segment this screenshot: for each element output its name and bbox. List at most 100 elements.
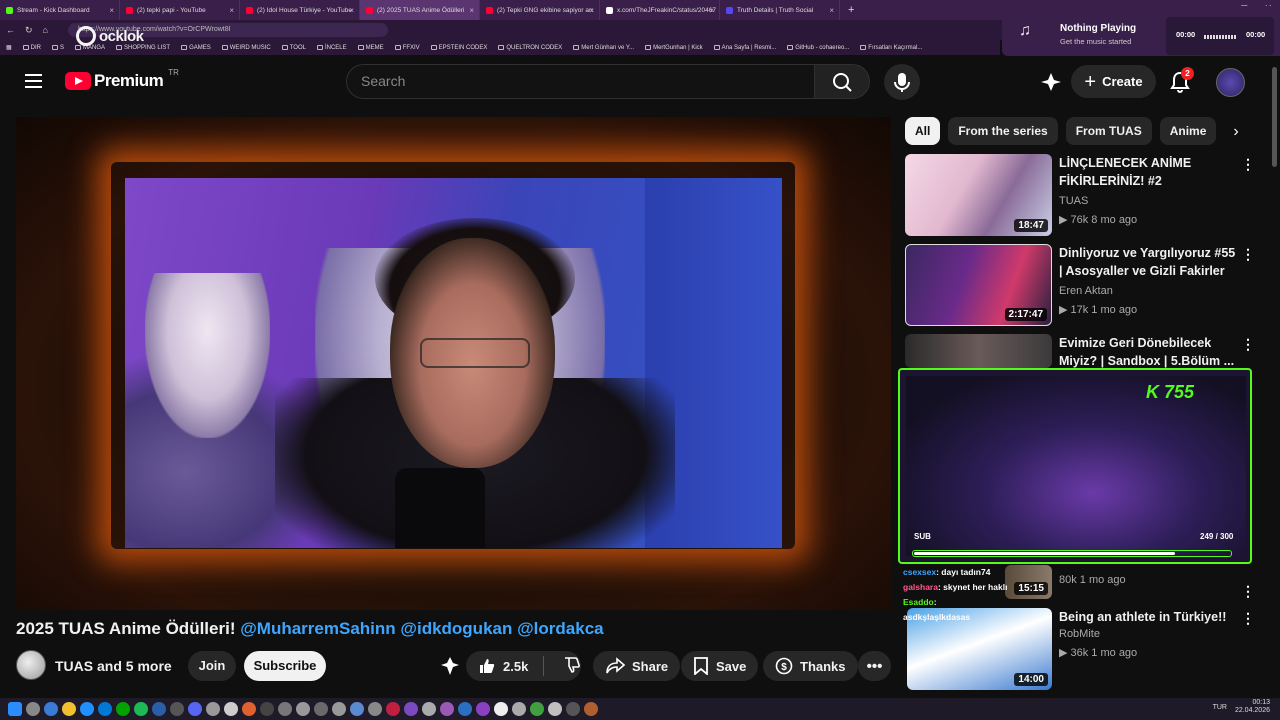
more-vert-icon[interactable]: ⋮ xyxy=(1241,246,1255,263)
taskbar-app-icon[interactable] xyxy=(440,702,454,716)
bookmark-item[interactable]: Mert Günhan ve Y... xyxy=(573,45,634,51)
taskbar-app-icon[interactable] xyxy=(530,702,544,716)
bookmark-item[interactable]: EPSTEIN CODEX xyxy=(430,45,487,51)
search-button[interactable] xyxy=(814,64,870,99)
recommendation-item[interactable]: 18:47 LİNÇLENECEK ANİME FİKİRLERİNİZ! #2… xyxy=(905,154,1265,236)
bookmark-item[interactable]: Fırsatları Kaçırmal... xyxy=(860,45,922,51)
taskbar-app-icon[interactable] xyxy=(404,702,418,716)
browser-tab[interactable]: (2) tepki papi - YouTube × xyxy=(120,0,240,20)
channel-name[interactable]: TUAS and 5 more xyxy=(55,658,172,674)
taskbar-app-icon[interactable] xyxy=(476,702,490,716)
mention-link[interactable]: @MuharremSahinn xyxy=(240,619,395,638)
bookmark-item[interactable]: MEME xyxy=(357,45,384,51)
taskbar-app-icon[interactable] xyxy=(206,702,220,716)
bookmark-item[interactable]: DIR xyxy=(22,45,41,51)
like-button[interactable]: 2.5k xyxy=(466,657,536,675)
bookmark-item[interactable]: FFXIV xyxy=(394,45,420,51)
browser-tab[interactable]: Truth Details | Truth Social × xyxy=(720,0,840,20)
close-icon[interactable]: × xyxy=(589,6,594,15)
bookmark-item[interactable]: MertGunhan | Kick xyxy=(645,45,703,51)
gemini-sparkle-icon[interactable] xyxy=(1040,72,1062,92)
windows-start-icon[interactable] xyxy=(8,702,22,716)
taskbar-app-icon[interactable] xyxy=(368,702,382,716)
close-icon[interactable]: × xyxy=(229,6,234,15)
chevron-right-icon[interactable]: › xyxy=(1225,121,1247,143)
more-vert-icon[interactable]: ⋮ xyxy=(1241,583,1255,600)
ask-sparkle-icon[interactable] xyxy=(440,656,460,676)
home-icon[interactable]: ⌂ xyxy=(43,25,48,36)
more-vert-icon[interactable]: ⋮ xyxy=(1241,156,1255,173)
bookmark-item[interactable]: WEIRD MUSIC xyxy=(221,45,271,51)
thanks-button[interactable]: $ Thanks xyxy=(763,651,858,681)
taskbar-app-icon[interactable] xyxy=(314,702,328,716)
page-scrollbar[interactable] xyxy=(1270,57,1280,697)
chip-from-the-series[interactable]: From the series xyxy=(948,117,1058,145)
browser-tab[interactable]: (2) Tepki GNG ekibine sapiyor arı × xyxy=(480,0,600,20)
taskbar-app-icon[interactable] xyxy=(188,702,202,716)
taskbar-app-icon[interactable] xyxy=(224,702,238,716)
reload-icon[interactable]: ↻ xyxy=(25,25,33,36)
taskbar-app-icon[interactable] xyxy=(80,702,94,716)
mention-link[interactable]: @lordakca xyxy=(517,619,604,638)
video-title[interactable]: Evimize Geri Dönebilecek Miyiz? | Sandbo… xyxy=(1059,334,1239,370)
recommendation-item[interactable]: Evimize Geri Dönebilecek Miyiz? | Sandbo… xyxy=(905,334,1265,368)
taskbar-app-icon[interactable] xyxy=(44,702,58,716)
browser-tab-active[interactable]: (2) 2025 TUAS Anime Ödülleri × xyxy=(360,0,480,20)
video-thumbnail[interactable]: 18:47 xyxy=(905,154,1052,236)
taskbar-app-icon[interactable] xyxy=(116,702,130,716)
close-icon[interactable]: × xyxy=(349,6,354,15)
bookmark-item[interactable]: GAMES xyxy=(181,45,211,51)
taskbar-app-icon[interactable] xyxy=(494,702,508,716)
taskbar-app-icon[interactable] xyxy=(584,702,598,716)
browser-tab[interactable]: (2) Idol House Türkiye - YouTube × xyxy=(240,0,360,20)
taskbar-app-icon[interactable] xyxy=(242,702,256,716)
bookmark-item[interactable]: İNCELE xyxy=(316,45,347,51)
close-icon[interactable]: × xyxy=(109,6,114,15)
browser-tab[interactable]: Stream - Kick Dashboard × xyxy=(0,0,120,20)
taskbar-app-icon[interactable] xyxy=(566,702,580,716)
taskbar-app-icon[interactable] xyxy=(26,702,40,716)
taskbar-app-icon[interactable] xyxy=(458,702,472,716)
voice-search-button[interactable] xyxy=(884,64,920,100)
channel-name[interactable]: RobMite xyxy=(1059,628,1100,640)
close-icon[interactable]: × xyxy=(829,6,834,15)
bookmark-item[interactable]: Ana Sayfa | Resmi... xyxy=(713,45,776,51)
taskbar-app-icon[interactable] xyxy=(386,702,400,716)
taskbar-app-icon[interactable] xyxy=(260,702,274,716)
taskbar-app-icon[interactable] xyxy=(62,702,76,716)
bookmark-item[interactable]: S xyxy=(52,45,64,51)
back-icon[interactable]: ← xyxy=(6,25,15,36)
taskbar-app-icon[interactable] xyxy=(152,702,166,716)
taskbar-app-icon[interactable] xyxy=(296,702,310,716)
share-button[interactable]: Share xyxy=(593,651,681,681)
apps-icon[interactable]: ▦ xyxy=(6,44,12,51)
bookmark-item[interactable]: QUELTRON CODEX xyxy=(498,45,562,51)
video-player[interactable] xyxy=(16,117,891,610)
join-button[interactable]: Join xyxy=(188,651,236,681)
more-vert-icon[interactable]: ⋮ xyxy=(1241,336,1255,353)
taskbar-app-icon[interactable] xyxy=(98,702,112,716)
clock[interactable]: 00:13 22.04.2026 xyxy=(1235,699,1270,715)
taskbar-app-icon[interactable] xyxy=(278,702,292,716)
taskbar-app-icon[interactable] xyxy=(332,702,346,716)
close-icon[interactable]: × xyxy=(709,6,714,15)
browser-tab[interactable]: x.com/TheJFreakinC/status/20467 × xyxy=(600,0,720,20)
channel-name[interactable]: Eren Aktan xyxy=(1059,285,1113,297)
video-thumbnail[interactable] xyxy=(905,334,1052,368)
search-input[interactable]: Search xyxy=(346,64,815,99)
close-icon[interactable]: × xyxy=(469,6,474,15)
taskbar-app-icon[interactable] xyxy=(350,702,364,716)
save-button[interactable]: Save xyxy=(681,651,759,681)
chip-from-tuas[interactable]: From TUAS xyxy=(1065,117,1152,145)
taskbar-app-icon[interactable] xyxy=(548,702,562,716)
language-indicator[interactable]: TUR xyxy=(1213,704,1227,711)
youtube-premium-logo[interactable]: Premium TR xyxy=(65,68,179,91)
recommendation-item[interactable]: 2:17:47 Dinliyoruz ve Yargılıyoruz #55 |… xyxy=(905,244,1265,326)
bookmark-item[interactable]: TOOL xyxy=(281,45,306,51)
mention-link[interactable]: @idkdogukan xyxy=(400,619,512,638)
taskbar-app-icon[interactable] xyxy=(512,702,526,716)
video-thumbnail[interactable]: 2:17:47 xyxy=(905,244,1052,326)
video-title[interactable]: Being an athlete in Türkiye!! xyxy=(1059,608,1239,626)
taskbar-app-icon[interactable] xyxy=(134,702,148,716)
menu-icon[interactable] xyxy=(25,74,42,88)
